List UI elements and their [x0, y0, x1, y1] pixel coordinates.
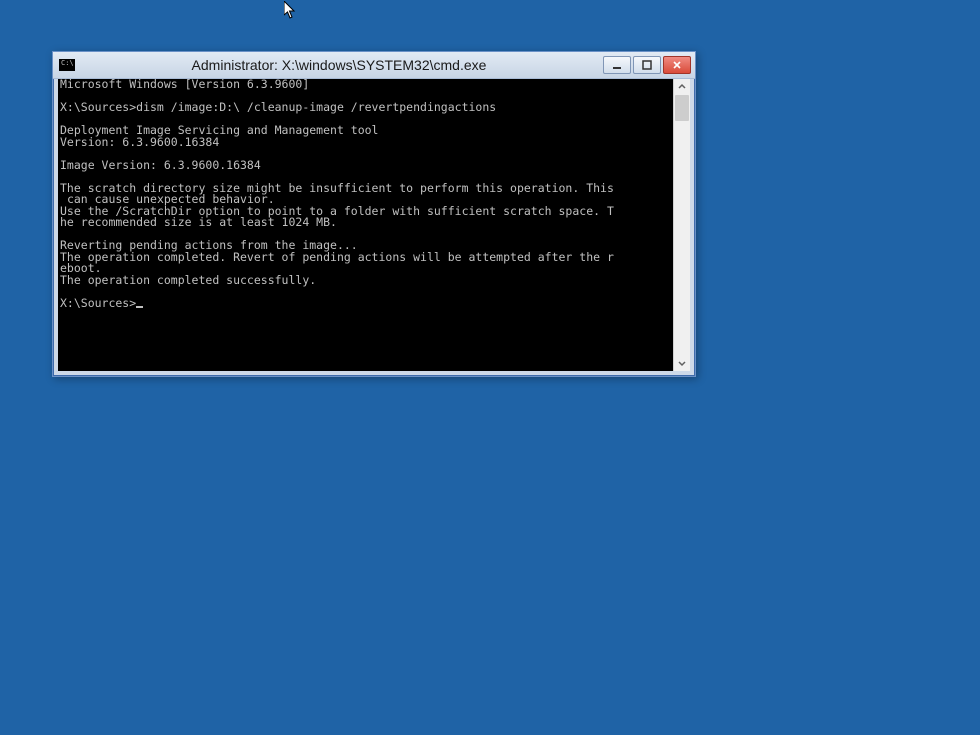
terminal-line — [60, 286, 671, 298]
terminal-line: Microsoft Windows [Version 6.3.9600] — [60, 79, 671, 91]
mouse-cursor-icon — [284, 1, 296, 19]
cmd-icon: C:\ — [59, 59, 75, 71]
scroll-up-button[interactable] — [674, 79, 690, 95]
chevron-up-icon — [678, 83, 686, 91]
terminal-line: Image Version: 6.3.9600.16384 — [60, 160, 671, 172]
titlebar[interactable]: C:\ Administrator: X:\windows\SYSTEM32\c… — [53, 52, 695, 79]
window-title: Administrator: X:\windows\SYSTEM32\cmd.e… — [75, 52, 603, 78]
cmd-window: C:\ Administrator: X:\windows\SYSTEM32\c… — [52, 51, 696, 377]
close-button[interactable] — [663, 56, 691, 74]
scroll-track[interactable] — [674, 95, 690, 355]
scroll-down-button[interactable] — [674, 355, 690, 371]
terminal-line: X:\Sources>dism /image:D:\ /cleanup-imag… — [60, 102, 671, 114]
terminal-line: X:\Sources> — [60, 298, 671, 310]
vertical-scrollbar[interactable] — [673, 79, 690, 371]
terminal-output[interactable]: Microsoft Windows [Version 6.3.9600] X:\S… — [58, 79, 673, 371]
maximize-icon — [642, 60, 652, 70]
text-cursor — [136, 306, 143, 308]
minimize-icon — [612, 60, 622, 70]
terminal-line: The operation completed successfully. — [60, 275, 671, 287]
client-area: Microsoft Windows [Version 6.3.9600] X:\S… — [58, 79, 690, 371]
terminal-line: Version: 6.3.9600.16384 — [60, 137, 671, 149]
terminal-line: he recommended size is at least 1024 MB. — [60, 217, 671, 229]
terminal-line: The operation completed. Revert of pendi… — [60, 252, 671, 264]
chevron-down-icon — [678, 359, 686, 367]
scroll-thumb[interactable] — [675, 95, 689, 121]
window-controls — [603, 56, 691, 74]
close-icon — [672, 60, 682, 70]
maximize-button[interactable] — [633, 56, 661, 74]
minimize-button[interactable] — [603, 56, 631, 74]
